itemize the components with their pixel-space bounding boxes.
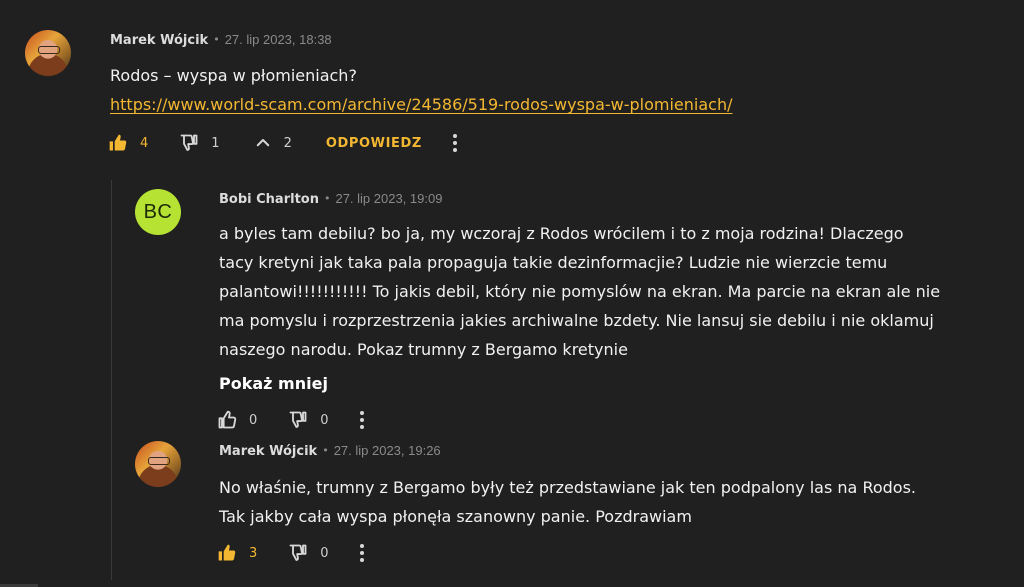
thumbs-down-icon [180, 134, 198, 151]
timestamp[interactable]: 27. lip 2023, 19:26 [334, 443, 441, 458]
more-options-icon[interactable] [356, 542, 368, 564]
comment-meta: Bobi Charlton • 27. lip 2023, 19:09 [219, 191, 442, 207]
comment-line: palantowi!!!!!!!!!!! To jakis debil, któ… [219, 282, 941, 301]
thumbs-up-icon [218, 410, 237, 429]
like-button[interactable]: 0 [217, 410, 257, 430]
comment-link[interactable]: https://www.world-scam.com/archive/24586… [110, 95, 732, 114]
author-name[interactable]: Marek Wójcik [110, 33, 208, 48]
like-button[interactable]: 3 [217, 543, 257, 563]
more-options-icon[interactable] [356, 409, 368, 431]
dislike-count: 1 [211, 135, 220, 151]
chevron-up-icon [256, 139, 269, 147]
dislike-count: 0 [320, 545, 329, 561]
dislike-button[interactable]: 0 [288, 543, 329, 563]
avatar-initials: BC [143, 200, 173, 223]
timestamp[interactable]: 27. lip 2023, 19:09 [335, 191, 442, 206]
reply-button[interactable]: ODPOWIEDZ [326, 136, 422, 151]
thumbs-down-icon [289, 544, 307, 561]
like-button[interactable]: 4 [108, 133, 148, 153]
comment-meta: Marek Wójcik • 27. lip 2023, 19:26 [219, 443, 441, 459]
comment-meta: Marek Wójcik • 27. lip 2023, 18:38 [110, 32, 332, 48]
dislike-button[interactable]: 0 [288, 410, 329, 430]
comment-actions: 4 1 2 ODPOWIEDZ [108, 131, 461, 155]
like-count: 3 [249, 545, 258, 561]
comment-line: No właśnie, trumny z Bergamo były też pr… [219, 478, 916, 497]
thumbs-up-icon [109, 134, 127, 151]
timestamp[interactable]: 27. lip 2023, 18:38 [225, 32, 332, 47]
thumbs-down-icon [289, 411, 307, 428]
more-options-icon[interactable] [449, 132, 461, 154]
comment-line: Tak jakby cała wyspa płonęła szanowny pa… [219, 507, 692, 526]
thread-line [111, 180, 112, 580]
comment-text: No właśnie, trumny z Bergamo były też pr… [219, 473, 916, 531]
like-count: 4 [140, 135, 149, 151]
comment-line: a byles tam debilu? bo ja, my wczoraj z … [219, 224, 904, 243]
comment-actions: 0 0 [217, 408, 368, 432]
comment-text: Rodos – wyspa w płomieniach? https://www… [110, 61, 732, 119]
show-less-link[interactable]: Pokaż mniej [219, 374, 328, 393]
avatar[interactable] [135, 441, 181, 487]
comment-line: tacy kretyni jak taka pala propaguja tak… [219, 253, 888, 272]
separator-dot: • [323, 192, 331, 205]
separator-dot: • [213, 33, 220, 46]
thumbs-up-icon [218, 544, 236, 561]
author-name[interactable]: Bobi Charlton [219, 192, 319, 207]
comments-section: Marek Wójcik • 27. lip 2023, 18:38 Rodos –… [0, 0, 1024, 587]
avatar[interactable] [25, 30, 71, 76]
comment-actions: 3 0 [217, 541, 368, 565]
separator-dot: • [322, 444, 329, 457]
comment-line: Rodos – wyspa w płomieniach? [110, 66, 357, 85]
dislike-button[interactable]: 1 [179, 133, 220, 153]
like-count: 0 [249, 412, 258, 428]
comment-line: naszego narodu. Pokaz trumny z Bergamo k… [219, 340, 628, 359]
avatar[interactable]: BC [135, 189, 181, 235]
comment-line: ma pomyslu i rozprzestrzenia jakies arch… [219, 311, 934, 330]
replies-count: 2 [283, 135, 292, 151]
author-name[interactable]: Marek Wójcik [219, 444, 317, 459]
toggle-replies-button[interactable]: 2 [254, 134, 292, 152]
comment-text: a byles tam debilu? bo ja, my wczoraj z … [219, 219, 940, 364]
dislike-count: 0 [320, 412, 329, 428]
